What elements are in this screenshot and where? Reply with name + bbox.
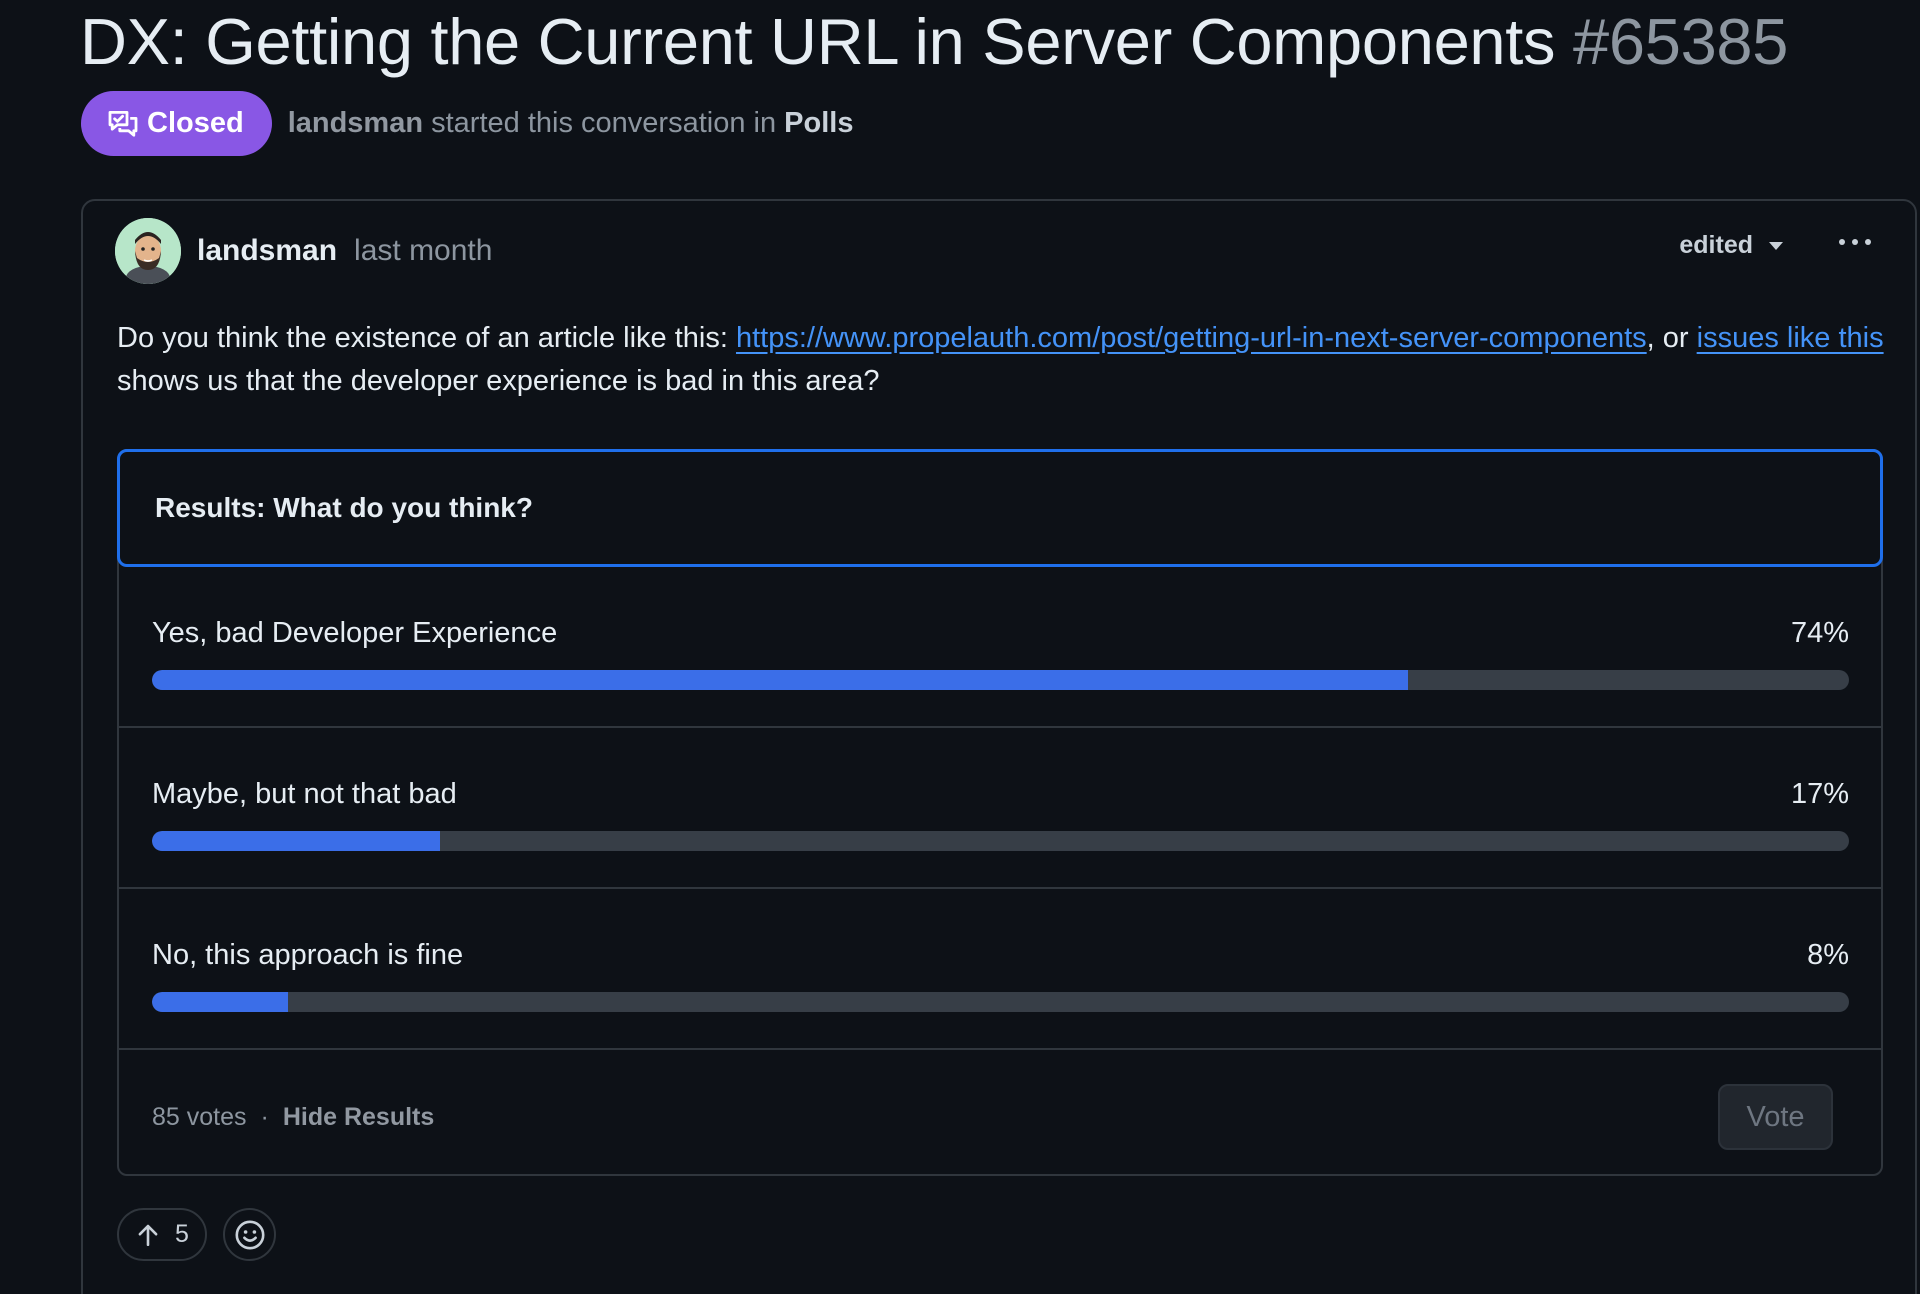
body-prefix: Do you think the existence of an article… — [117, 322, 736, 354]
avatar[interactable] — [115, 218, 181, 284]
poll-option-bar — [152, 831, 1849, 851]
arrow-up-icon — [138, 1224, 158, 1246]
category-link[interactable]: Polls — [784, 107, 853, 139]
discussion-number: #65385 — [1573, 5, 1789, 78]
poll-option: No, this approach is fine 8% — [119, 889, 1881, 1050]
post-body: Do you think the existence of an article… — [117, 317, 1897, 403]
poll-option: Yes, bad Developer Experience 74% — [119, 567, 1881, 728]
issues-link[interactable]: issues like this — [1697, 322, 1884, 354]
poll-option-label: Maybe, but not that bad — [152, 778, 457, 810]
poll-option-percent: 74% — [1790, 617, 1849, 649]
post-timestamp[interactable]: last month — [354, 234, 492, 268]
separator-dot: · — [260, 1102, 269, 1131]
hide-results-button[interactable]: Hide Results — [283, 1103, 434, 1132]
body-mid: , or — [1646, 322, 1697, 354]
discussion-title-text: DX: Getting the Current URL in Server Co… — [80, 5, 1556, 78]
body-suffix: shows us that the developer experience i… — [117, 365, 880, 397]
discussion-meta: Closed landsman started this conversatio… — [81, 91, 853, 156]
add-reaction-button[interactable] — [223, 1208, 276, 1261]
poll-option-label: No, this approach is fine — [152, 939, 464, 971]
discussion-author-link[interactable]: landsman — [288, 107, 423, 139]
poll-option: Maybe, but not that bad 17% — [119, 728, 1881, 889]
edited-dropdown[interactable]: edited — [1679, 231, 1783, 260]
poll-option-bar-fill — [152, 670, 1408, 690]
poll-option-bar-fill — [152, 992, 288, 1012]
upvote-count: 5 — [175, 1220, 189, 1248]
edited-label: edited — [1679, 231, 1753, 259]
post-author[interactable]: landsman — [197, 234, 337, 268]
poll-option-label: Yes, bad Developer Experience — [152, 617, 558, 649]
closed-state-badge: Closed — [81, 91, 272, 156]
kebab-horizontal-icon[interactable] — [1839, 239, 1871, 245]
vote-button[interactable]: Vote — [1718, 1084, 1833, 1150]
article-link[interactable]: https://www.propelauth.com/post/getting-… — [736, 322, 1647, 354]
poll-option-percent: 17% — [1790, 778, 1849, 810]
reactions-bar: 5 — [117, 1208, 276, 1261]
poll-option-bar — [152, 670, 1849, 690]
started-text: started this conversation in — [431, 107, 777, 139]
triangle-down-icon — [1769, 241, 1783, 250]
votes-count: 85 votes — [152, 1102, 247, 1131]
poll-title: Results: What do you think? — [117, 449, 1883, 567]
started-by-text: landsman started this conversation in Po… — [288, 107, 854, 140]
upvote-button[interactable]: 5 — [117, 1208, 207, 1261]
discussion-post: landsman last month edited Do you think … — [81, 199, 1917, 1294]
poll-option-bar-fill — [152, 831, 441, 851]
discussion-title: DX: Getting the Current URL in Server Co… — [80, 4, 1788, 79]
discussion-page: DX: Getting the Current URL in Server Co… — [0, 0, 1920, 1294]
poll-option-percent: 8% — [1807, 939, 1849, 971]
avatar-image — [115, 218, 181, 284]
smiley-icon — [235, 1220, 264, 1249]
state-label: Closed — [147, 107, 244, 139]
poll-footer: 85 votes · Hide Results Vote — [152, 1084, 1833, 1150]
post-header: landsman last month edited — [115, 217, 1883, 285]
discussion-closed-icon — [108, 110, 138, 137]
poll-option-bar — [152, 992, 1849, 1012]
poll-results: Results: What do you think? Yes, bad Dev… — [117, 449, 1883, 1176]
